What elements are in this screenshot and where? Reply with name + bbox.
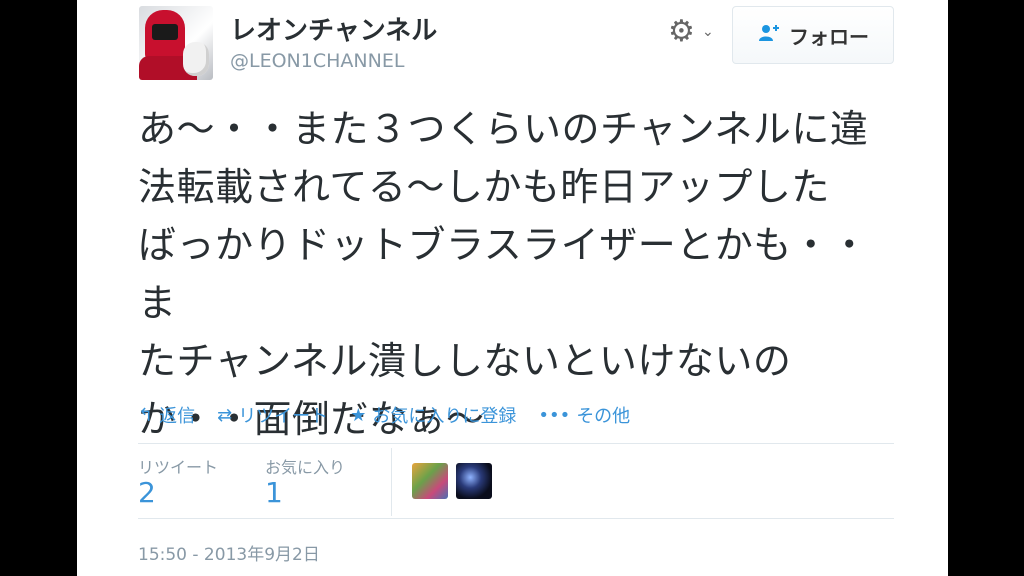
avatar-visor <box>152 24 178 40</box>
follow-button[interactable]: フォロー <box>732 6 894 64</box>
retweet-label: リツイート <box>238 406 329 427</box>
more-button[interactable]: ••• その他 <box>538 402 630 428</box>
tweet-line: たチャンネル潰ししないといけないの <box>138 339 792 383</box>
stats-separator <box>391 448 392 516</box>
follow-button-label: フォロー <box>789 24 869 49</box>
tweet-actions: ↰ 返信 ⇄ リツイート ★ お気に入りに登録 ••• その他 <box>138 400 898 430</box>
tweet-timestamp[interactable]: 15:50 - 2013年9月2日 <box>138 540 320 565</box>
tweet-line: あ〜・・また３つくらいのチャンネルに違 <box>138 107 869 151</box>
reply-button[interactable]: ↰ 返信 <box>138 402 195 428</box>
favorite-label: お気に入りに登録 <box>372 406 517 427</box>
retweeter-avatar[interactable] <box>456 463 492 499</box>
add-person-icon <box>757 23 779 48</box>
more-dots-icon: ••• <box>538 404 571 426</box>
retweet-count[interactable]: 2 <box>138 476 156 509</box>
gear-icon: ⚙ <box>668 14 695 49</box>
tweet-text: あ〜・・また３つくらいのチャンネルに違 法転載されてる〜しかも昨日アップした ば… <box>138 100 898 448</box>
user-handle[interactable]: @LEON1CHANNEL <box>230 50 404 72</box>
divider <box>138 518 894 519</box>
tweet-card: レオンチャンネル @LEON1CHANNEL ⚙ ⌄ フォロー あ〜・・また３つ… <box>77 0 948 576</box>
avatar-pet <box>183 42 209 76</box>
chevron-down-icon: ⌄ <box>702 24 714 40</box>
favorite-button[interactable]: ★ お気に入りに登録 <box>350 402 516 428</box>
avatar[interactable] <box>139 6 213 80</box>
reply-icon: ↰ <box>138 404 154 426</box>
star-icon: ★ <box>350 404 367 426</box>
retweeter-avatar[interactable] <box>412 463 448 499</box>
retweet-count-label: リツイート <box>138 458 219 477</box>
divider <box>138 443 894 444</box>
more-label: その他 <box>576 406 631 427</box>
settings-menu-button[interactable]: ⚙ ⌄ <box>668 16 716 48</box>
favorite-count[interactable]: 1 <box>265 476 283 509</box>
reply-label: 返信 <box>159 406 196 427</box>
retweet-button[interactable]: ⇄ リツイート <box>217 402 328 428</box>
display-name[interactable]: レオンチャンネル <box>230 10 437 47</box>
tweet-line: 法転載されてる〜しかも昨日アップした <box>138 165 830 209</box>
favorite-count-label: お気に入り <box>265 458 346 477</box>
tweet-line: ばっかりドットブラスライザーとかも・・ま <box>138 223 869 325</box>
retweet-icon: ⇄ <box>217 404 233 426</box>
